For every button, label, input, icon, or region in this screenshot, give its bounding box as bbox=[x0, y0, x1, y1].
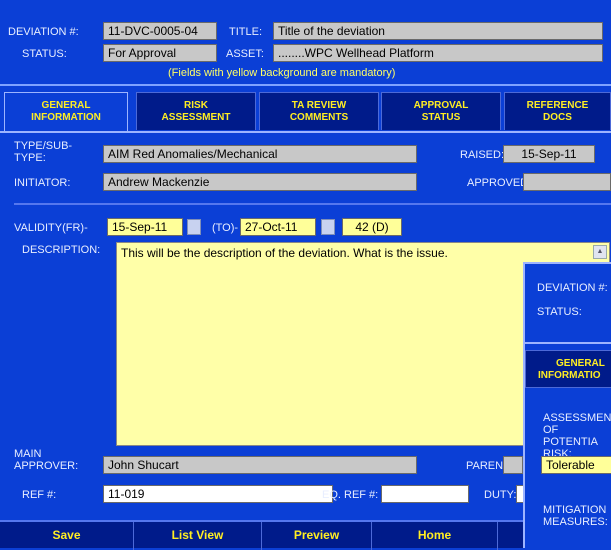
eq-ref-label: EQ. REF #: bbox=[322, 489, 379, 501]
status-field[interactable]: For Approval bbox=[103, 44, 217, 62]
tab-label: INFORMATION bbox=[31, 112, 101, 123]
tab-general-information[interactable]: GENERAL INFORMATION bbox=[4, 92, 128, 132]
asset-label: ASSET: bbox=[226, 48, 264, 60]
popup-mitigation-label: MITIGATION MEASURES: bbox=[543, 504, 608, 528]
popup-tab-label: INFORMATIO bbox=[538, 370, 601, 381]
popup-assessment-label: ASSESSMEN OF POTENTIA RISK: bbox=[543, 412, 611, 460]
deviation-number-label: DEVIATION #: bbox=[8, 26, 79, 38]
validity-from-field[interactable]: 15-Sep-11 bbox=[107, 218, 183, 236]
main-approver-field[interactable]: John Shucart bbox=[103, 456, 417, 474]
tab-label: COMMENTS bbox=[289, 112, 349, 123]
calendar-to-button[interactable] bbox=[321, 219, 335, 235]
tab-approval-status[interactable]: APPROVAL STATUS bbox=[381, 92, 501, 130]
ref-label: REF #: bbox=[22, 489, 57, 501]
ref-field[interactable]: 11-019 bbox=[103, 485, 333, 503]
raised-label: RAISED: bbox=[460, 149, 505, 161]
overlay-window[interactable]: DEVIATION #: STATUS: GENERAL INFORMATIO … bbox=[523, 262, 611, 548]
home-button[interactable]: Home bbox=[372, 522, 498, 550]
type-subtype-field[interactable]: AIM Red Anomalies/Mechanical bbox=[103, 145, 417, 163]
tab-label: TA REVIEW bbox=[291, 100, 347, 111]
title-label: TITLE: bbox=[229, 26, 263, 38]
title-field[interactable]: Title of the deviation bbox=[273, 22, 603, 40]
scroll-up-icon[interactable]: ▲ bbox=[593, 245, 607, 259]
type-subtype-label: TYPE/SUB- TYPE: bbox=[14, 140, 73, 164]
initiator-field[interactable]: Andrew Mackenzie bbox=[103, 173, 417, 191]
status-label: STATUS: bbox=[22, 48, 67, 60]
mandatory-hint: (Fields with yellow background are manda… bbox=[168, 67, 396, 79]
popup-risk-field[interactable]: Tolerable bbox=[541, 456, 611, 474]
footer-toolbar: Save List View Preview Home bbox=[0, 520, 611, 550]
tab-label: GENERAL bbox=[41, 100, 91, 111]
tab-label: ASSESSMENT bbox=[161, 112, 231, 123]
tab-reference-docs[interactable]: REFERENCE DOCS bbox=[504, 92, 611, 130]
duty-label: DUTY: bbox=[484, 489, 517, 501]
calendar-from-button[interactable] bbox=[187, 219, 201, 235]
approved-label: APPROVED: bbox=[467, 177, 532, 189]
validity-to-label: (TO)- bbox=[212, 222, 239, 234]
popup-tab-general-information[interactable]: GENERAL INFORMATIO bbox=[525, 350, 611, 388]
parent-field[interactable] bbox=[503, 456, 523, 474]
preview-button[interactable]: Preview bbox=[262, 522, 372, 550]
tab-label: DOCS bbox=[543, 112, 572, 123]
tab-risk-assessment[interactable]: RISK ASSESSMENT bbox=[136, 92, 256, 130]
popup-deviation-label: DEVIATION #: bbox=[537, 282, 608, 294]
deviation-number-field[interactable]: 11-DVC-0005-04 bbox=[103, 22, 217, 40]
raised-field[interactable]: 15-Sep-11 bbox=[503, 145, 595, 163]
main-approver-label: MAIN APPROVER: bbox=[14, 448, 79, 472]
tab-label: APPROVAL bbox=[413, 100, 469, 111]
approved-field[interactable] bbox=[523, 173, 611, 191]
popup-status-label: STATUS: bbox=[537, 306, 582, 318]
description-text: This will be the description of the devi… bbox=[121, 246, 448, 260]
save-button[interactable]: Save bbox=[0, 522, 134, 550]
initiator-label: INITIATOR: bbox=[14, 177, 71, 189]
duration-field: 42 (D) bbox=[342, 218, 402, 236]
popup-divider bbox=[525, 342, 611, 344]
tab-bar: GENERAL INFORMATION RISK ASSESSMENT TA R… bbox=[0, 92, 611, 132]
tab-ta-review-comments[interactable]: TA REVIEW COMMENTS bbox=[259, 92, 379, 130]
list-view-button[interactable]: List View bbox=[134, 522, 262, 550]
description-label: DESCRIPTION: bbox=[22, 244, 101, 256]
tab-label: STATUS bbox=[421, 112, 461, 123]
eq-ref-field[interactable] bbox=[381, 485, 469, 503]
tab-label: REFERENCE bbox=[526, 100, 589, 111]
asset-field[interactable]: ........WPC Wellhead Platform bbox=[273, 44, 603, 62]
section-separator bbox=[14, 203, 611, 205]
tab-divider bbox=[0, 131, 611, 133]
validity-from-label: VALIDITY(FR)- bbox=[14, 222, 88, 234]
record-header: DEVIATION #: 11-DVC-0005-04 TITLE: Title… bbox=[0, 0, 611, 86]
popup-tab-label: GENERAL bbox=[556, 358, 605, 369]
validity-to-field[interactable]: 27-Oct-11 bbox=[240, 218, 316, 236]
tab-label: RISK bbox=[184, 100, 208, 111]
